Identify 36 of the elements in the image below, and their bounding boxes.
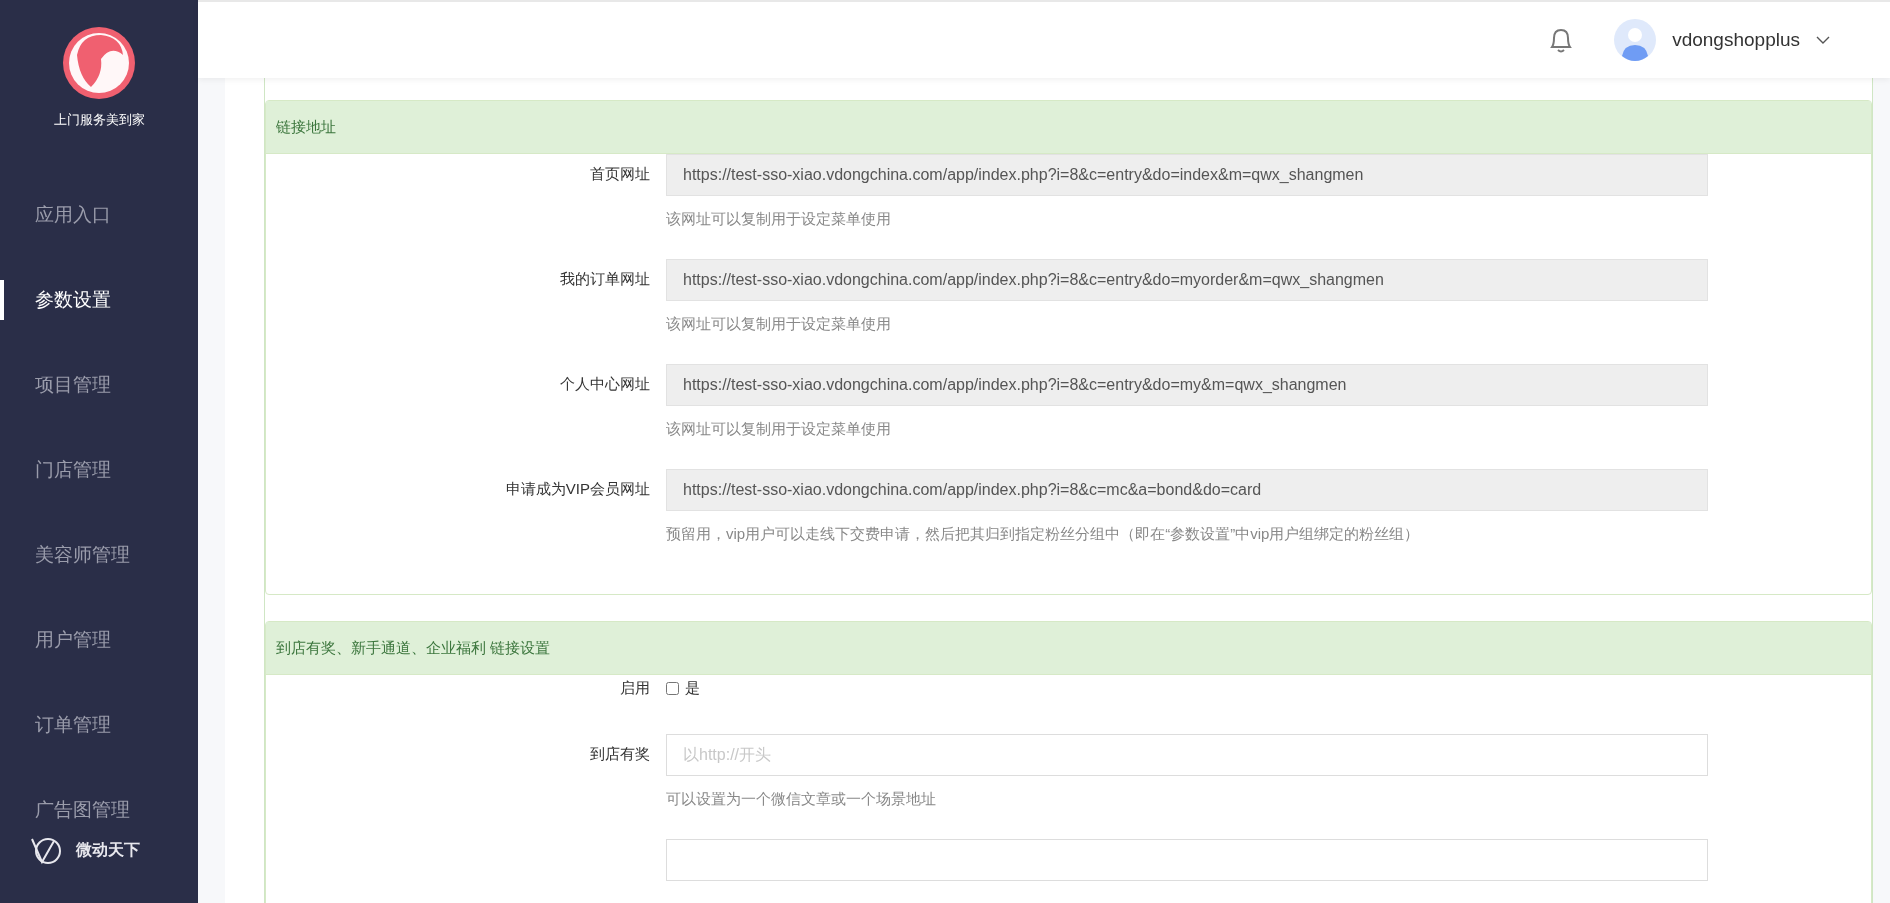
help-text: 该网址可以复制用于设定菜单使用 bbox=[666, 315, 892, 334]
field-label: 启用 bbox=[619, 678, 650, 698]
url-field[interactable]: https://test-sso-xiao.vdongchina.com/app/index.php?i=8&c=entry&do=myorder&m=qwx_shangmen bbox=[666, 259, 1708, 301]
help-text: 该网址可以复制用于设定菜单使用 bbox=[666, 420, 892, 439]
nav-item[interactable]: 用户管理 bbox=[0, 620, 111, 660]
help-text: 该网址可以复制用于设定菜单使用 bbox=[666, 210, 892, 229]
checkbox-option[interactable]: 是 bbox=[666, 675, 1708, 698]
bell-icon[interactable] bbox=[1548, 26, 1575, 54]
chevron-down-icon[interactable] bbox=[1816, 36, 1830, 44]
nav-item[interactable]: 项目管理 bbox=[0, 365, 111, 405]
nav-item[interactable]: 门店管理 bbox=[0, 450, 111, 490]
panel-title: 到店有奖、新手通道、企业福利 链接设置 bbox=[266, 622, 1871, 675]
field-label: 申请成为VIP会员网址 bbox=[504, 479, 650, 499]
nav-item[interactable]: 美容师管理 bbox=[0, 535, 130, 575]
brand-name: 上门服务美到家 bbox=[53, 111, 145, 129]
nav-item[interactable]: 参数设置 bbox=[0, 280, 111, 320]
input-field[interactable] bbox=[666, 839, 1708, 881]
field-label: 个人中心网址 bbox=[559, 374, 650, 394]
field-label: 我的订单网址 bbox=[559, 269, 650, 289]
nav-item[interactable]: 订单管理 bbox=[0, 705, 111, 745]
panel-title: 链接地址 bbox=[266, 101, 1871, 154]
url-field[interactable]: https://test-sso-xiao.vdongchina.com/app/index.php?i=8&c=mc&a=bond&do=card bbox=[666, 469, 1708, 511]
avatar-icon[interactable] bbox=[1614, 19, 1657, 61]
nav-item[interactable]: 应用入口 bbox=[0, 195, 111, 235]
field-label: 到店有奖 bbox=[589, 744, 650, 764]
url-field[interactable]: https://test-sso-xiao.vdongchina.com/app/index.php?i=8&c=entry&do=index&m=qwx_shangmen bbox=[666, 154, 1708, 196]
username[interactable]: vdongshopplus bbox=[1672, 29, 1800, 51]
logo-icon bbox=[30, 835, 62, 865]
help-text: 可以设置为一个微信文章或一个场景地址 bbox=[666, 790, 937, 809]
nav-item[interactable]: 广告图管理 bbox=[0, 790, 130, 830]
company-name: 微动天下 bbox=[76, 839, 140, 860]
url-field[interactable]: https://test-sso-xiao.vdongchina.com/app/index.php?i=8&c=entry&do=my&m=qwx_shangmen bbox=[666, 364, 1708, 406]
logo-icon bbox=[61, 25, 137, 101]
checkbox[interactable] bbox=[666, 682, 679, 695]
help-text: 预留用，vip用户可以走线下交费申请，然后把其归到指定粉丝分组中（即在“参数设置”中vip用户组绑定的粉丝组） bbox=[666, 525, 1421, 544]
field-label: 首页网址 bbox=[589, 164, 650, 184]
